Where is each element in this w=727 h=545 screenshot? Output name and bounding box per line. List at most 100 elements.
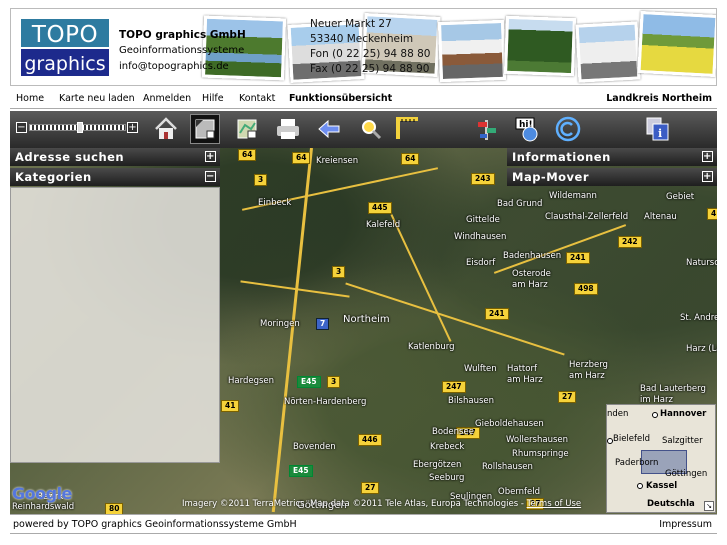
town-label: Seeburg — [429, 473, 465, 483]
town-label: Clausthal-Zellerfeld — [545, 212, 629, 222]
nav-home[interactable]: Home — [16, 93, 44, 104]
town-label: Hardegsen — [228, 376, 275, 386]
town-label: Bad Lauterberg im Harz — [640, 384, 706, 405]
town-label: Einbeck — [258, 198, 292, 208]
town-label: Wildemann — [549, 191, 597, 201]
zoom-slider-handle[interactable] — [77, 122, 83, 133]
road-shield: E45 — [297, 376, 321, 388]
overview-label: Salzgitter — [662, 436, 703, 446]
panel-collapse-button[interactable]: − — [205, 171, 216, 182]
nav-contact[interactable]: Kontakt — [239, 93, 275, 104]
town-label: Wollershausen — [506, 435, 569, 445]
map-toolbar: − + hi! i — [10, 111, 717, 148]
road-shield: 3 — [332, 266, 346, 278]
road-shield: 445 — [368, 202, 392, 214]
zoom-in-button[interactable]: + — [127, 122, 138, 133]
logo-topo: TOPO — [21, 19, 109, 48]
town-label: Rhumspringe — [512, 449, 569, 459]
town-label: Kalefeld — [366, 220, 401, 230]
town-label: Bodensee — [432, 427, 474, 437]
panel-categories[interactable]: Kategorien − — [10, 168, 220, 186]
zoom-out-button[interactable]: − — [16, 122, 27, 133]
town-label: Gebiet — [666, 192, 695, 202]
panel-information[interactable]: Informationen + — [507, 148, 717, 166]
panel-address-search[interactable]: Adresse suchen + — [10, 148, 220, 166]
road-shield: 27 — [558, 391, 577, 403]
company-info: TOPO graphics GmbH Geoinformationssystem… — [119, 27, 246, 75]
logo-graphics: graphics — [21, 49, 109, 76]
town-label: Windhausen — [454, 232, 507, 242]
overview-resize-icon[interactable]: ↘ — [704, 501, 714, 511]
terms-of-use-link[interactable]: Terms of Use — [527, 499, 582, 509]
nav-help[interactable]: Hilfe — [202, 93, 224, 104]
nav-login[interactable]: Anmelden — [143, 93, 191, 104]
map-attribution: Imagery ©2011 TerraMetrics, Map data ©20… — [182, 499, 581, 509]
town-label: Altenau — [644, 212, 677, 222]
header-photo-houses — [437, 19, 507, 83]
town-label: Krebeck — [430, 442, 465, 452]
town-label: Badenhausen — [503, 251, 562, 261]
town-label: Naturschutz — [686, 258, 717, 268]
map-overview-icon[interactable] — [232, 114, 262, 144]
road-shield: 64 — [238, 149, 257, 161]
company-logo[interactable]: TOPO graphics — [21, 19, 109, 76]
company-subtitle: Geoinformationssysteme — [119, 45, 245, 56]
footer-powered-by: powered by TOPO graphics Geoinformations… — [13, 519, 297, 530]
header-photo-field — [637, 11, 716, 77]
town-label: Eisdorf — [466, 258, 496, 268]
measure-ruler-icon[interactable] — [392, 114, 422, 144]
panel-expand-button[interactable]: + — [702, 151, 713, 162]
address-phone: Fon (0 22 25) 94 88 80 — [310, 48, 431, 60]
road-shield: 4 — [707, 208, 717, 220]
select-area-icon[interactable] — [190, 114, 220, 144]
road-shield: 498 — [574, 283, 598, 295]
panel-map-mover[interactable]: Map-Mover + — [507, 168, 717, 186]
town-label: Reinhardswald — [12, 502, 75, 512]
company-email[interactable]: info@topographics.de — [119, 59, 246, 75]
road-shield: E45 — [289, 465, 313, 477]
town-label: Hattorf am Harz — [507, 364, 543, 385]
back-arrow-icon[interactable] — [314, 114, 344, 144]
nav-reload-map[interactable]: Karte neu laden — [59, 93, 135, 104]
road-shield: 241 — [566, 252, 590, 264]
print-icon[interactable] — [273, 114, 303, 144]
town-label: Rollshausen — [482, 462, 533, 472]
route-icon[interactable] — [472, 114, 502, 144]
home-icon[interactable] — [151, 114, 181, 144]
categories-panel-body[interactable] — [10, 187, 220, 463]
copyright-icon[interactable] — [553, 114, 583, 144]
panel-categories-title: Kategorien — [15, 170, 92, 184]
town-label: Wulften — [464, 364, 497, 374]
town-label: Ebergötzen — [413, 460, 462, 470]
overview-label: Paderborn — [615, 458, 659, 468]
overview-label: Göttingen — [665, 469, 708, 479]
google-logo: Google — [12, 484, 72, 503]
town-label: Gieboldehausen — [475, 419, 544, 429]
town-label: Bilshausen — [448, 396, 495, 406]
zoom-icon[interactable] — [356, 114, 386, 144]
road-shield: 64 — [401, 153, 420, 165]
panel-expand-button[interactable]: + — [205, 151, 216, 162]
road-shield: 80 — [105, 503, 124, 514]
info-icon[interactable]: i — [643, 114, 673, 144]
attribution-text: Imagery ©2011 TerraMetrics, Map data ©20… — [182, 499, 524, 509]
town-label: Obernfeld — [498, 487, 541, 497]
overview-map[interactable]: nden Hannover Bielefeld Salzgitter Pader… — [606, 404, 716, 513]
town-label: Gittelde — [466, 215, 500, 225]
road-shield: 446 — [358, 434, 382, 446]
footer-impressum-link[interactable]: Impressum — [659, 519, 712, 530]
town-label: Bad Grund — [497, 199, 543, 209]
overview-label: Bielefeld — [613, 434, 650, 444]
svg-text:i: i — [658, 127, 662, 140]
town-label: Bovenden — [293, 442, 336, 452]
road-shield: 242 — [618, 236, 642, 248]
address-fax: Fax (0 22 25) 94 88 90 — [310, 63, 430, 75]
city-dot-icon — [637, 483, 643, 489]
road-shield: 243 — [471, 173, 495, 185]
footer: powered by TOPO graphics Geoinformations… — [10, 514, 717, 534]
town-label: Katlenburg — [408, 342, 455, 352]
road-shield: 3 — [254, 174, 268, 186]
nav-function-overview[interactable]: Funktionsübersicht — [289, 93, 392, 104]
hi-globe-icon[interactable]: hi! — [512, 114, 542, 144]
panel-expand-button[interactable]: + — [702, 171, 713, 182]
